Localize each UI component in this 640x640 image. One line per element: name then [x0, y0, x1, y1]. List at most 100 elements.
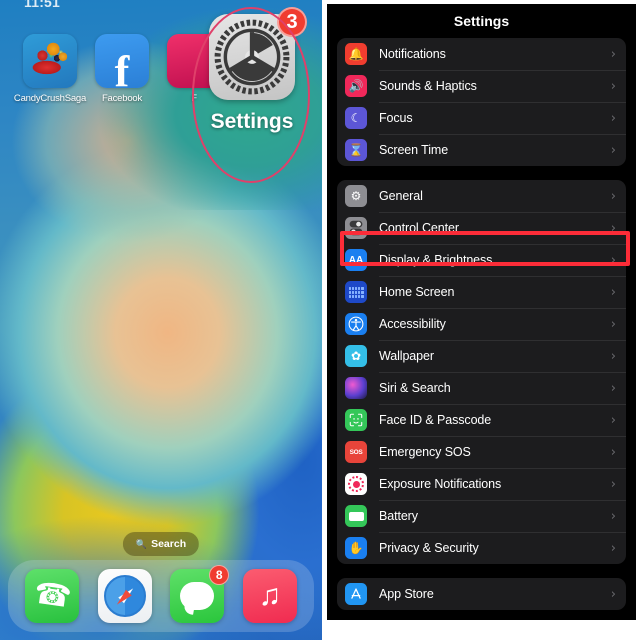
row-label: Sounds & Haptics — [379, 79, 477, 93]
magnified-app-label: Settings — [210, 110, 294, 133]
candy-crush-icon[interactable] — [23, 34, 77, 88]
exposure-dot-icon — [345, 473, 367, 495]
status-time: 11:51 — [24, 0, 61, 10]
sidebar-item-emergency-sos[interactable]: SOS Emergency SOS › — [337, 436, 626, 468]
sidebar-item-battery[interactable]: Battery › — [337, 500, 626, 532]
sidebar-item-screen-time[interactable]: ⌛ Screen Time › — [337, 134, 626, 166]
sidebar-item-notifications[interactable]: 🔔 Notifications › — [337, 38, 626, 70]
settings-group-2: ⚙ General › Control Center › AA Display … — [337, 180, 626, 564]
bottom-edge-fade — [327, 620, 636, 628]
app-label: Facebook — [101, 93, 143, 104]
app-label: CandyCrushSaga — [13, 93, 87, 104]
sidebar-item-app-store[interactable]: App Store › — [337, 578, 626, 610]
sidebar-item-sounds-haptics[interactable]: 🔊 Sounds & Haptics › — [337, 70, 626, 102]
sidebar-item-face-id-passcode[interactable]: Face ID & Passcode › — [337, 404, 626, 436]
hourglass-icon: ⌛ — [345, 139, 367, 161]
page-title: Settings — [327, 4, 636, 38]
battery-icon — [345, 505, 367, 527]
row-label: Face ID & Passcode — [379, 413, 492, 427]
iphone-home-screen: 11:51 CandyCrushSaga f Facebook F 3 Sett… — [0, 0, 322, 640]
sidebar-item-accessibility[interactable]: Accessibility › — [337, 308, 626, 340]
chevron-right-icon: › — [610, 412, 616, 428]
sidebar-item-display-brightness[interactable]: AA Display & Brightness › — [337, 244, 626, 276]
music-note-icon[interactable]: ♫ — [242, 569, 297, 623]
sidebar-item-privacy-security[interactable]: ✋ Privacy & Security › — [337, 532, 626, 564]
chevron-right-icon: › — [610, 316, 616, 332]
chevron-right-icon: › — [610, 110, 616, 126]
sidebar-item-focus[interactable]: ☾ Focus › — [337, 102, 626, 134]
facebook-icon[interactable]: f — [95, 34, 149, 88]
search-label: Search — [151, 538, 187, 550]
face-id-icon — [345, 409, 367, 431]
app-grid-icon — [345, 281, 367, 303]
sidebar-item-wallpaper[interactable]: ✿ Wallpaper › — [337, 340, 626, 372]
chevron-right-icon: › — [610, 188, 616, 204]
chevron-right-icon: › — [610, 586, 616, 602]
badge-count: 8 — [209, 565, 230, 585]
sidebar-item-control-center[interactable]: Control Center › — [337, 212, 626, 244]
app-store-icon — [345, 583, 367, 605]
app-store-glyph — [351, 588, 361, 599]
app-item-facebook[interactable]: f Facebook — [86, 34, 158, 104]
settings-phone-body: Settings 🔔 Notifications › 🔊 Sounds & Ha… — [327, 4, 636, 628]
sidebar-item-exposure-notifications[interactable]: Exposure Notifications › — [337, 468, 626, 500]
settings-group-1: 🔔 Notifications › 🔊 Sounds & Haptics › ☾… — [337, 38, 626, 166]
screenshot-root: 11:51 CandyCrushSaga f Facebook F 3 Sett… — [0, 0, 640, 640]
row-label: App Store — [379, 587, 434, 601]
chevron-right-icon: › — [610, 444, 616, 460]
row-label: Display & Brightness — [379, 253, 493, 267]
search-pill[interactable]: 🔍 Search — [122, 532, 200, 556]
accessibility-glyph — [348, 316, 364, 332]
row-label: Screen Time — [379, 143, 449, 157]
gear-icon: ⚙ — [345, 185, 367, 207]
row-label: Battery — [379, 509, 418, 523]
sidebar-item-home-screen[interactable]: Home Screen › — [337, 276, 626, 308]
messages-bubble-icon[interactable]: 8 — [170, 565, 230, 623]
magnified-settings-app[interactable]: 3 Settings — [196, 7, 308, 174]
row-label: Emergency SOS — [379, 445, 471, 459]
face-id-glyph — [349, 413, 363, 427]
chevron-right-icon: › — [610, 142, 616, 158]
search-icon: 🔍 — [135, 538, 148, 549]
chevron-right-icon: › — [610, 348, 616, 364]
row-label: Control Center — [379, 221, 459, 235]
accessibility-person-icon — [345, 313, 367, 335]
app-item-candycrushsaga[interactable]: CandyCrushSaga — [14, 34, 86, 104]
chevron-right-icon: › — [610, 78, 616, 94]
row-label: Notifications — [379, 47, 446, 61]
settings-gear-icon[interactable]: 3 — [209, 7, 307, 100]
sidebar-item-general[interactable]: ⚙ General › — [337, 180, 626, 212]
phone-icon[interactable]: ☎ — [25, 569, 80, 623]
row-label: Siri & Search — [379, 381, 451, 395]
row-label: General — [379, 189, 423, 203]
row-label: Focus — [379, 111, 413, 125]
moon-icon: ☾ — [345, 107, 367, 129]
chevron-right-icon: › — [610, 284, 616, 300]
row-label: Accessibility — [379, 317, 446, 331]
hand-icon: ✋ — [345, 537, 367, 559]
settings-list: 🔔 Notifications › 🔊 Sounds & Haptics › ☾… — [327, 38, 636, 610]
row-label: Exposure Notifications — [379, 477, 502, 491]
toggles-icon — [345, 217, 367, 239]
chevron-right-icon: › — [610, 476, 616, 492]
sos-icon: SOS — [345, 441, 367, 463]
sidebar-item-siri-search[interactable]: Siri & Search › — [337, 372, 626, 404]
row-label: Home Screen — [379, 285, 455, 299]
settings-app-screen: Settings 🔔 Notifications › 🔊 Sounds & Ha… — [322, 0, 640, 640]
speaker-icon: 🔊 — [345, 75, 367, 97]
siri-orb-icon — [345, 377, 367, 399]
chevron-right-icon: › — [610, 220, 616, 236]
toggles-glyph — [349, 220, 363, 236]
badge-count: 3 — [277, 7, 307, 37]
row-label: Privacy & Security — [379, 541, 479, 555]
bell-icon: 🔔 — [345, 43, 367, 65]
dock: ☎ 8 ♫ — [8, 560, 314, 632]
chevron-right-icon: › — [610, 508, 616, 524]
chevron-right-icon: › — [610, 540, 616, 556]
chevron-right-icon: › — [610, 380, 616, 396]
row-label: Wallpaper — [379, 349, 434, 363]
chevron-right-icon: › — [610, 252, 616, 268]
safari-compass-icon[interactable] — [97, 569, 152, 623]
flower-icon: ✿ — [345, 345, 367, 367]
settings-group-3: App Store › — [337, 578, 626, 610]
